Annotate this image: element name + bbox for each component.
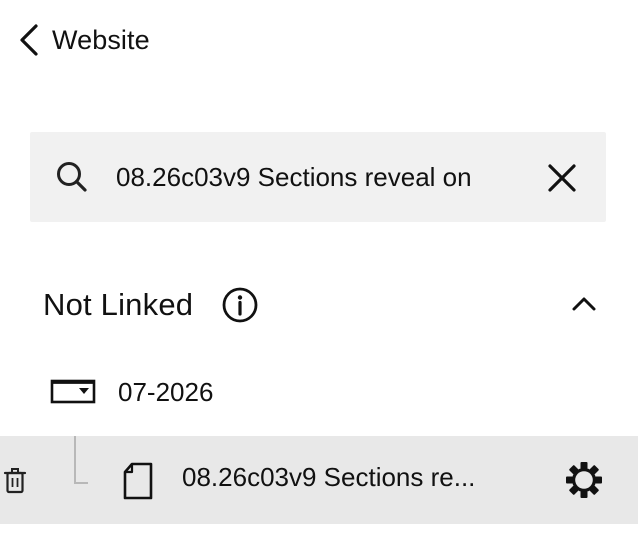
collapse-section-button[interactable] (566, 286, 602, 322)
info-circle-icon[interactable] (221, 286, 259, 324)
search-input[interactable] (116, 154, 520, 200)
search-bar (30, 132, 606, 222)
back-button[interactable]: Website (18, 20, 150, 60)
section-title: Not Linked (43, 287, 194, 322)
gear-icon[interactable] (564, 460, 604, 500)
folder-label: 07-2026 (118, 376, 214, 407)
tree-connector (74, 436, 88, 484)
section-header: Not Linked (43, 280, 259, 330)
back-label: Website (52, 24, 150, 55)
clear-search-button[interactable] (544, 160, 580, 196)
page-item[interactable]: 08.26c03v9 Sections re... (0, 436, 638, 524)
close-icon (548, 164, 576, 192)
folder-dropdown-icon (50, 379, 96, 404)
search-icon (57, 162, 87, 192)
chevron-left-icon (20, 24, 38, 56)
page-label: 08.26c03v9 Sections re... (182, 462, 476, 492)
chevron-up-icon (572, 297, 596, 311)
trash-icon[interactable] (3, 467, 27, 495)
page-icon (123, 462, 153, 500)
folder-item[interactable]: 07-2026 (50, 370, 213, 414)
